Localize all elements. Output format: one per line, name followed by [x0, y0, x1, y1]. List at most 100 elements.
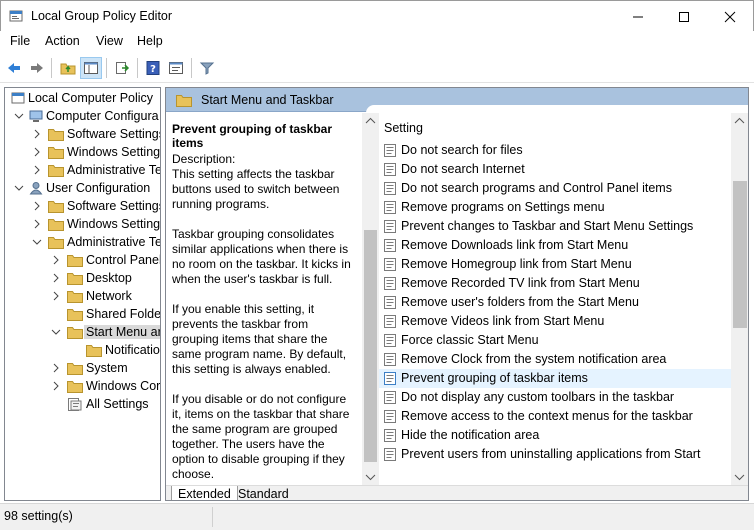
chevron-right-icon[interactable]	[32, 147, 42, 157]
setting-row[interactable]: Prevent grouping of taskbar items	[379, 369, 732, 388]
folder-icon	[67, 362, 83, 375]
menu-action[interactable]: Action	[45, 34, 80, 48]
chevron-down-icon[interactable]	[51, 327, 61, 337]
chevron-right-icon[interactable]	[51, 363, 61, 373]
folder-open-icon	[48, 236, 64, 249]
help-button[interactable]: ?	[142, 57, 164, 79]
setting-label: Remove Clock from the system notificatio…	[401, 352, 667, 366]
tree-node-control-panel[interactable]: Control Panel	[67, 251, 160, 269]
setting-row[interactable]: Remove Downloads link from Start Menu	[379, 236, 732, 255]
setting-row[interactable]: Prevent changes to Taskbar and Start Men…	[379, 217, 732, 236]
tree-node-uc-software-settings[interactable]: Software Settings	[48, 197, 160, 215]
forward-button[interactable]	[26, 57, 48, 79]
chevron-right-icon[interactable]	[51, 291, 61, 301]
setting-icon	[384, 220, 396, 233]
chevron-right-icon[interactable]	[51, 381, 61, 391]
tree-node-all-settings[interactable]: All Settings	[67, 395, 149, 413]
tree-node-desktop[interactable]: Desktop	[67, 269, 132, 287]
chevron-down-icon[interactable]	[14, 183, 24, 193]
setting-row[interactable]: Remove Recorded TV link from Start Menu	[379, 274, 732, 293]
minimize-icon	[633, 16, 643, 17]
setting-row[interactable]: Remove Clock from the system notificatio…	[379, 350, 732, 369]
tree-node-cc-windows-settings[interactable]: Windows Setting	[48, 143, 160, 161]
maximize-button[interactable]	[661, 1, 707, 32]
tree-node-user-configuration[interactable]: User Configuration	[29, 179, 150, 197]
tree-node-network[interactable]: Network	[67, 287, 132, 305]
scroll-down-icon[interactable]	[734, 473, 745, 481]
folder-icon	[48, 200, 64, 213]
folder-icon	[67, 272, 83, 285]
toolbar-separator	[191, 58, 192, 78]
setting-row[interactable]: Prevent users from uninstalling applicat…	[379, 445, 732, 464]
tree-node-uc-windows-settings[interactable]: Windows Setting	[48, 215, 160, 233]
setting-row[interactable]: Remove programs on Settings menu	[379, 198, 732, 217]
setting-row[interactable]: Remove access to the context menus for t…	[379, 407, 732, 426]
column-header-setting[interactable]: Setting	[384, 121, 423, 135]
settings-scrollbar[interactable]	[731, 113, 748, 485]
filter-button[interactable]	[196, 57, 218, 79]
scroll-up-icon[interactable]	[734, 117, 745, 125]
scroll-down-icon[interactable]	[365, 473, 376, 481]
properties-button[interactable]	[165, 57, 187, 79]
chevron-right-icon[interactable]	[51, 273, 61, 283]
folder-open-icon	[176, 95, 192, 107]
scrollbar-thumb[interactable]	[733, 181, 747, 328]
setting-label: Do not search programs and Control Panel…	[401, 181, 672, 195]
toolbar: ?	[0, 53, 754, 83]
scrollbar-thumb[interactable]	[364, 230, 377, 462]
scroll-up-icon[interactable]	[365, 117, 376, 125]
up-one-level-button[interactable]	[57, 57, 79, 79]
status-divider	[212, 507, 213, 527]
menu-view[interactable]: View	[96, 34, 123, 48]
setting-row[interactable]: Remove user's folders from the Start Men…	[379, 293, 732, 312]
description-scrollbar[interactable]	[362, 113, 379, 485]
setting-icon	[384, 296, 396, 309]
back-button[interactable]	[3, 57, 25, 79]
chevron-down-icon[interactable]	[32, 237, 42, 247]
setting-row[interactable]: Do not search Internet	[379, 160, 732, 179]
title-bar: Local Group Policy Editor	[0, 0, 754, 31]
chevron-right-icon[interactable]	[32, 129, 42, 139]
close-button[interactable]	[707, 1, 753, 32]
setting-row[interactable]: Do not display any custom toolbars in th…	[379, 388, 732, 407]
setting-label: Remove user's folders from the Start Men…	[401, 295, 639, 309]
view-tabs: Extended Standard	[166, 485, 748, 500]
setting-row[interactable]: Remove Videos link from Start Menu	[379, 312, 732, 331]
tree-label: Administrative Te	[67, 235, 161, 249]
export-list-button[interactable]	[111, 57, 133, 79]
chevron-right-icon[interactable]	[51, 255, 61, 265]
user-icon	[29, 182, 43, 195]
setting-row[interactable]: Do not search programs and Control Panel…	[379, 179, 732, 198]
tree-node-system[interactable]: System	[67, 359, 128, 377]
tree-node-start-menu-and-taskbar[interactable]: Start Menu ar	[67, 323, 160, 341]
tree-node-notifications[interactable]: Notificatio	[86, 341, 160, 359]
setting-icon	[384, 315, 396, 328]
tab-standard[interactable]: Standard	[232, 486, 295, 500]
setting-row[interactable]: Do not search for files	[379, 141, 732, 160]
tree-node-computer-configuration[interactable]: Computer Configura	[29, 107, 159, 125]
tree-label: Shared Folder	[86, 307, 161, 321]
tree-node-uc-administrative-templates[interactable]: Administrative Te	[48, 233, 161, 251]
export-list-icon	[116, 62, 130, 74]
tree-node-shared-folders[interactable]: Shared Folder	[67, 305, 161, 323]
tab-extended[interactable]: Extended	[171, 486, 238, 500]
chevron-right-icon[interactable]	[32, 219, 42, 229]
header-divider	[366, 105, 748, 113]
setting-label: Prevent grouping of taskbar items	[401, 371, 588, 385]
chevron-down-icon[interactable]	[14, 111, 24, 121]
setting-row[interactable]: Force classic Start Menu	[379, 331, 732, 350]
tree-node-cc-administrative-templates[interactable]: Administrative Te	[48, 161, 160, 179]
setting-row[interactable]: Remove Homegroup link from Start Menu	[379, 255, 732, 274]
show-hide-tree-button[interactable]	[80, 57, 102, 79]
setting-icon	[384, 429, 396, 442]
menu-file[interactable]: File	[10, 34, 30, 48]
setting-label: Prevent changes to Taskbar and Start Men…	[401, 219, 694, 233]
tree-node-windows-components[interactable]: Windows Cor	[67, 377, 160, 395]
chevron-right-icon[interactable]	[32, 165, 42, 175]
setting-row[interactable]: Hide the notification area	[379, 426, 732, 445]
chevron-right-icon[interactable]	[32, 201, 42, 211]
minimize-button[interactable]	[615, 1, 661, 32]
tree-node-cc-software-settings[interactable]: Software Settings	[48, 125, 160, 143]
menu-help[interactable]: Help	[137, 34, 163, 48]
tree-node-local-computer-policy[interactable]: Local Computer Policy	[11, 89, 153, 107]
